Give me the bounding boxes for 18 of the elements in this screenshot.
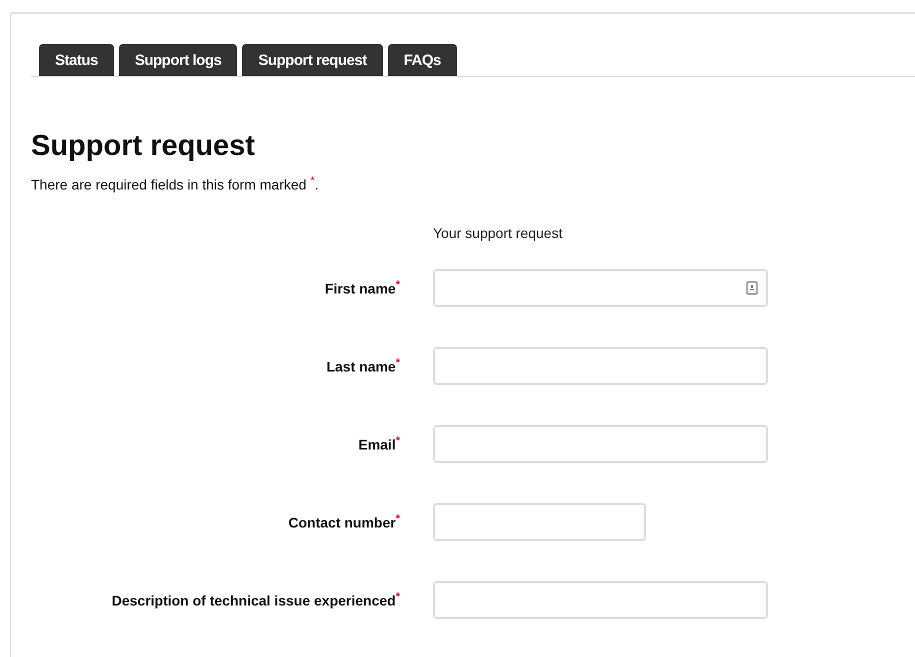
field-label: Email$^{*}$	[357, 434, 401, 452]
page-title: Support request	[31, 130, 256, 163]
tab[interactable]: Support request	[242, 44, 383, 76]
required-note: There are required fields in this form marked $^{*}$.	[31, 175, 320, 193]
section-label: Your support request	[433, 224, 562, 241]
input-field[interactable]	[433, 346, 768, 385]
input-field[interactable]	[433, 580, 768, 619]
field-label: Description of technical issue experienced$^{*}$	[110, 590, 401, 608]
input-field[interactable]	[433, 424, 768, 463]
input-field[interactable]	[433, 268, 768, 307]
field-label: First name$^{*}$	[324, 278, 401, 296]
tab[interactable]: FAQs	[388, 44, 457, 76]
tab[interactable]: Support logs	[118, 44, 238, 76]
field-label: Contact number$^{*}$	[287, 512, 401, 530]
tab[interactable]: Status	[39, 44, 114, 76]
field-label: Last name$^{*}$	[325, 356, 401, 374]
input-field[interactable]	[433, 502, 646, 541]
contact-card-icon[interactable]	[746, 280, 758, 295]
